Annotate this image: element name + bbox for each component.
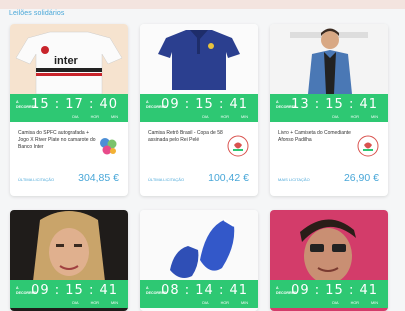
- countdown-units: DIA HOR MIN: [332, 301, 378, 305]
- unit-day: DIA: [72, 301, 79, 305]
- countdown-units: DIA HOR MIN: [332, 115, 378, 119]
- unit-day: DIA: [72, 115, 79, 119]
- svg-text:inter: inter: [54, 55, 79, 67]
- auction-card[interactable]: A DECORRER 13 : 15 : 41 DIA HOR MIN Livr…: [270, 24, 388, 196]
- auction-card[interactable]: A DECORRER 08 : 14 : 41 DIA HOR MIN: [140, 210, 258, 311]
- auction-timer: A DECORRER 09 : 15 : 41 DIA HOR MIN: [140, 94, 258, 122]
- unit-day: DIA: [202, 115, 209, 119]
- auction-card[interactable]: A DECORRER 09 : 15 : 41 DIA HOR MIN: [10, 210, 128, 311]
- auction-card[interactable]: inter A DECORRER 15 : 17 : 40 DIA HOR MI…: [10, 24, 128, 196]
- unit-min: MIN: [371, 115, 378, 119]
- auction-timer: A DECORRER 13 : 15 : 41 DIA HOR MIN: [270, 94, 388, 122]
- countdown-time: 08 : 14 : 41: [161, 283, 248, 298]
- current-price: 100,42 €: [208, 172, 249, 184]
- countdown-time: 13 : 15 : 41: [291, 97, 378, 112]
- charity-logo-icon: [227, 135, 249, 157]
- auction-timer: A DECORRER 09 : 15 : 41 DIA HOR MIN: [270, 280, 388, 308]
- countdown-units: DIA HOR MIN: [72, 115, 118, 119]
- last-bid-label: MAIS LICITAÇÃO: [278, 177, 310, 182]
- auction-description[interactable]: Livro + Camiseta do Comediante Afonso Pa…: [278, 130, 356, 144]
- auction-timer: A DECORRER 15 : 17 : 40 DIA HOR MIN: [10, 94, 128, 122]
- unit-hour: HOR: [350, 115, 360, 119]
- auction-description[interactable]: Camisa do SPFC autografada + Jogo X Rive…: [18, 130, 96, 151]
- countdown-units: DIA HOR MIN: [202, 301, 248, 305]
- countdown-time: 15 : 17 : 40: [31, 97, 118, 112]
- last-bid-label: ÚLTIMA LICITAÇÃO: [148, 177, 185, 182]
- unit-min: MIN: [111, 301, 118, 305]
- club-logo-icon: [97, 135, 119, 157]
- last-bid-label: ÚLTIMA LICITAÇÃO: [18, 177, 55, 182]
- unit-hour: HOR: [90, 301, 100, 305]
- unit-min: MIN: [111, 115, 118, 119]
- countdown-time: 09 : 15 : 41: [31, 283, 118, 298]
- auction-card[interactable]: A DECORRER 09 : 15 : 41 DIA HOR MIN Cami…: [140, 24, 258, 196]
- unit-day: DIA: [332, 115, 339, 119]
- charity-logo-icon: [357, 135, 379, 157]
- unit-min: MIN: [241, 115, 248, 119]
- product-image-person[interactable]: [270, 24, 388, 94]
- auction-timer: A DECORRER 09 : 15 : 41 DIA HOR MIN: [10, 280, 128, 308]
- countdown-units: DIA HOR MIN: [202, 115, 248, 119]
- unit-hour: HOR: [350, 301, 360, 305]
- unit-min: MIN: [371, 301, 378, 305]
- unit-day: DIA: [332, 301, 339, 305]
- auction-grid: inter A DECORRER 15 : 17 : 40 DIA HOR MI…: [0, 0, 405, 311]
- countdown-units: DIA HOR MIN: [72, 301, 118, 305]
- auction-description[interactable]: Camisa Retrô Brasil - Copa de 58 assinad…: [148, 130, 226, 144]
- unit-hour: HOR: [220, 301, 230, 305]
- auction-timer: A DECORRER 08 : 14 : 41 DIA HOR MIN: [140, 280, 258, 308]
- current-price: 26,90 €: [343, 172, 379, 184]
- unit-min: MIN: [241, 301, 248, 305]
- countdown-time: 09 : 15 : 41: [161, 97, 248, 112]
- product-image-polo[interactable]: [140, 24, 258, 94]
- auction-card[interactable]: A DECORRER 09 : 15 : 41 DIA HOR MIN: [270, 210, 388, 311]
- unit-day: DIA: [202, 301, 209, 305]
- unit-hour: HOR: [90, 115, 100, 119]
- current-price: 304,85 €: [78, 172, 119, 184]
- product-image-jersey[interactable]: inter: [10, 24, 128, 94]
- countdown-time: 09 : 15 : 41: [291, 283, 378, 298]
- unit-hour: HOR: [220, 115, 230, 119]
